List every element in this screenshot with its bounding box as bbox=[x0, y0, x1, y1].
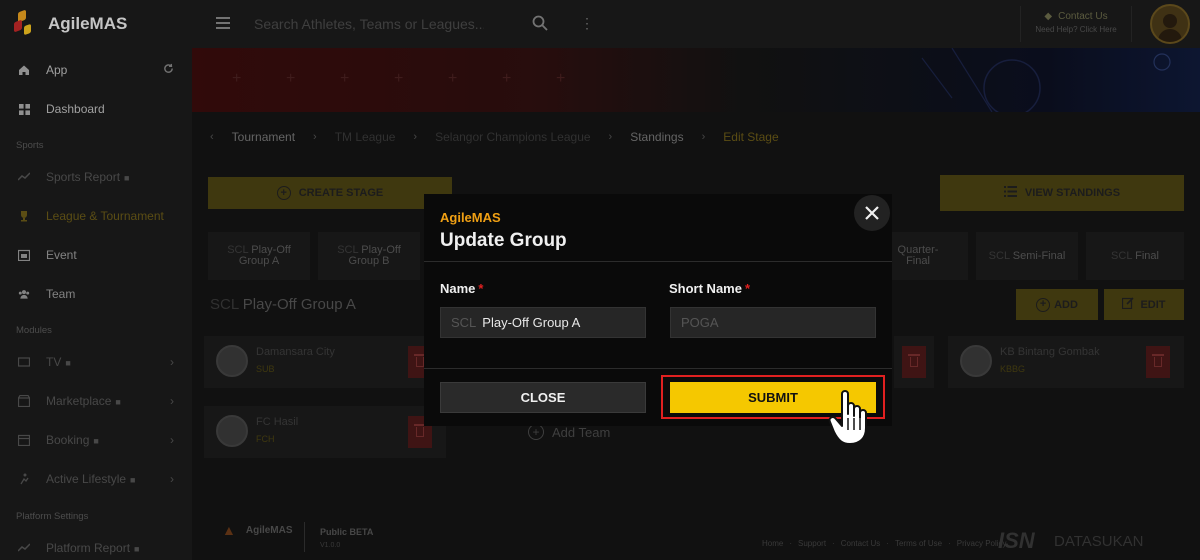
short-name-field[interactable]: POGA bbox=[670, 307, 876, 338]
short-name-label: Short Name * bbox=[669, 281, 750, 296]
short-name-value: POGA bbox=[681, 315, 719, 330]
modal-title: Update Group bbox=[440, 230, 567, 251]
name-value: Play-Off Group A bbox=[482, 315, 581, 330]
required-mark: * bbox=[478, 281, 484, 296]
name-label-text: Name bbox=[440, 281, 476, 296]
short-name-label-text: Short Name bbox=[669, 281, 742, 296]
name-field[interactable]: SCL Play-Off Group A bbox=[440, 307, 646, 338]
name-prefix: SCL bbox=[451, 315, 477, 330]
app-root: AgileMAS App Dashboard Sports Sports Rep… bbox=[0, 0, 1200, 560]
update-group-modal: AgileMAS Update Group Name * SCL Play-Off… bbox=[424, 194, 892, 426]
hand-pointer-icon bbox=[828, 390, 867, 445]
close-icon[interactable] bbox=[854, 195, 890, 231]
required-mark: * bbox=[744, 281, 751, 296]
close-button[interactable]: CLOSE bbox=[440, 382, 646, 413]
modal-brand: AgileMAS bbox=[440, 210, 501, 225]
name-label: Name * bbox=[440, 281, 483, 296]
